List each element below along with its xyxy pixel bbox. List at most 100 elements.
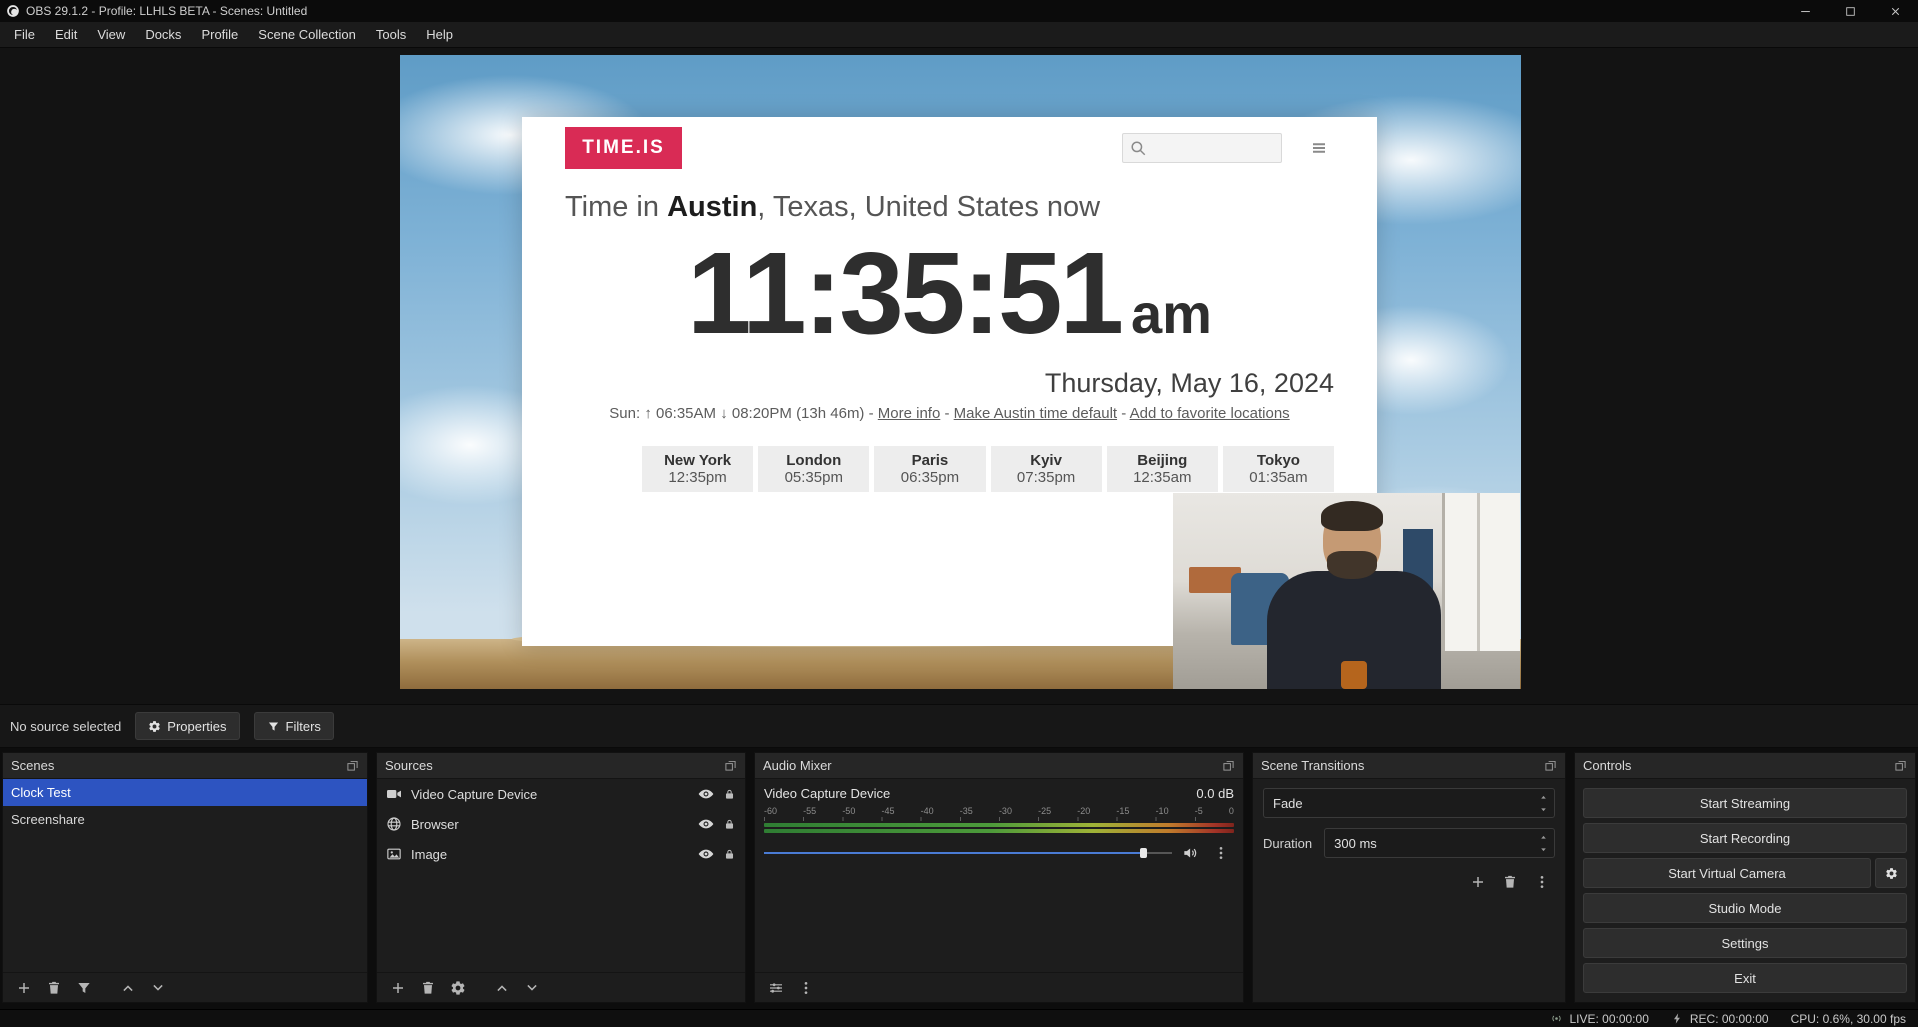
popout-icon[interactable] bbox=[724, 759, 737, 772]
scenes-dock: Scenes Clock Test Screenshare bbox=[2, 752, 368, 1003]
timeis-logo: TIME.IS bbox=[565, 127, 682, 169]
studio-mode-button[interactable]: Studio Mode bbox=[1583, 893, 1907, 923]
clock-digits: 11:35:51 bbox=[687, 226, 1121, 360]
office-window bbox=[1442, 493, 1520, 651]
popout-icon[interactable] bbox=[1894, 759, 1907, 772]
properties-button[interactable]: Properties bbox=[135, 712, 239, 740]
menu-profile[interactable]: Profile bbox=[191, 22, 248, 47]
add-scene-button[interactable] bbox=[11, 976, 37, 1000]
mixer-menu-button[interactable] bbox=[793, 976, 819, 1000]
exit-button[interactable]: Exit bbox=[1583, 963, 1907, 993]
duration-label: Duration bbox=[1263, 836, 1312, 851]
transition-menu-button[interactable] bbox=[1529, 870, 1555, 894]
preview-canvas[interactable]: TIME.IS Time in Austin, Texas, United St… bbox=[400, 55, 1521, 689]
webcam-overlay bbox=[1173, 493, 1520, 689]
lock-icon[interactable] bbox=[723, 818, 736, 831]
move-scene-up-button[interactable] bbox=[115, 976, 141, 1000]
scene-item-screenshare[interactable]: Screenshare bbox=[3, 806, 367, 833]
db-scale: -60-55-50-45-40-35-30-25-20-15-10-50 bbox=[764, 806, 1234, 816]
advanced-audio-button[interactable] bbox=[763, 976, 789, 1000]
source-properties-button[interactable] bbox=[445, 976, 471, 1000]
scenes-dock-header[interactable]: Scenes bbox=[3, 753, 367, 779]
mixer-channel-level: 0.0 dB bbox=[1196, 786, 1234, 801]
menu-scene-collection[interactable]: Scene Collection bbox=[248, 22, 366, 47]
image-icon bbox=[386, 846, 402, 862]
dock-row: Scenes Clock Test Screenshare Sources bbox=[0, 748, 1918, 1009]
menu-view[interactable]: View bbox=[87, 22, 135, 47]
visibility-eye-icon[interactable] bbox=[698, 816, 714, 832]
menu-tools[interactable]: Tools bbox=[366, 22, 416, 47]
scene-item-clock-test[interactable]: Clock Test bbox=[3, 779, 367, 806]
visibility-eye-icon[interactable] bbox=[698, 786, 714, 802]
timeis-heading: Time in Austin, Texas, United States now bbox=[565, 191, 1334, 224]
menu-edit[interactable]: Edit bbox=[45, 22, 87, 47]
source-status-text: No source selected bbox=[10, 719, 121, 734]
source-row-video-capture[interactable]: Video Capture Device bbox=[377, 779, 745, 809]
caret-down-icon[interactable] bbox=[1538, 804, 1549, 815]
start-virtual-camera-button[interactable]: Start Virtual Camera bbox=[1583, 858, 1871, 888]
speaker-icon[interactable] bbox=[1182, 845, 1198, 861]
caret-up-icon[interactable] bbox=[1538, 832, 1549, 843]
popout-icon[interactable] bbox=[1222, 759, 1235, 772]
remove-source-button[interactable] bbox=[415, 976, 441, 1000]
close-button[interactable] bbox=[1873, 0, 1918, 22]
start-streaming-button[interactable]: Start Streaming bbox=[1583, 788, 1907, 818]
timeis-city: Austin bbox=[667, 191, 757, 223]
lock-icon[interactable] bbox=[723, 848, 736, 861]
source-toolbar: No source selected Properties Filters bbox=[0, 704, 1918, 748]
virtual-camera-settings-button[interactable] bbox=[1875, 858, 1907, 888]
gear-icon bbox=[148, 720, 161, 733]
add-source-button[interactable] bbox=[385, 976, 411, 1000]
controls-dock-header[interactable]: Controls bbox=[1575, 753, 1915, 779]
lock-icon[interactable] bbox=[723, 788, 736, 801]
filters-button[interactable]: Filters bbox=[254, 712, 334, 740]
volume-slider[interactable] bbox=[764, 845, 1172, 861]
move-source-up-button[interactable] bbox=[489, 976, 515, 1000]
caret-down-icon[interactable] bbox=[1538, 844, 1549, 855]
menu-help[interactable]: Help bbox=[416, 22, 463, 47]
transitions-dock-header[interactable]: Scene Transitions bbox=[1253, 753, 1565, 779]
minimize-button[interactable] bbox=[1783, 0, 1828, 22]
start-recording-button[interactable]: Start Recording bbox=[1583, 823, 1907, 853]
mixer-dock-header[interactable]: Audio Mixer bbox=[755, 753, 1243, 779]
menu-docks[interactable]: Docks bbox=[135, 22, 191, 47]
settings-button[interactable]: Settings bbox=[1583, 928, 1907, 958]
source-row-image[interactable]: Image bbox=[377, 839, 745, 869]
filter-icon bbox=[267, 720, 280, 733]
mixer-channel-name: Video Capture Device bbox=[764, 786, 890, 801]
rec-status: REC: 00:00:00 bbox=[1671, 1012, 1769, 1026]
caret-up-icon[interactable] bbox=[1538, 792, 1549, 803]
add-transition-button[interactable] bbox=[1465, 870, 1491, 894]
visibility-eye-icon[interactable] bbox=[698, 846, 714, 862]
preview-area: TIME.IS Time in Austin, Texas, United St… bbox=[0, 48, 1918, 704]
transition-select[interactable]: Fade bbox=[1263, 788, 1555, 818]
remove-transition-button[interactable] bbox=[1497, 870, 1523, 894]
timeis-clock: 11:35:51 am bbox=[565, 226, 1334, 360]
menu-bar: File Edit View Docks Profile Scene Colle… bbox=[0, 22, 1918, 48]
cpu-fps-status: CPU: 0.6%, 30.00 fps bbox=[1791, 1012, 1906, 1026]
source-row-browser[interactable]: Browser bbox=[377, 809, 745, 839]
globe-icon bbox=[386, 816, 402, 832]
move-source-down-button[interactable] bbox=[519, 976, 545, 1000]
move-scene-down-button[interactable] bbox=[145, 976, 171, 1000]
camera-icon bbox=[386, 786, 402, 802]
mixer-channel-menu-button[interactable] bbox=[1208, 841, 1234, 865]
titlebar[interactable]: OBS 29.1.2 - Profile: LLHLS BETA - Scene… bbox=[0, 0, 1918, 22]
world-clock-card: Kyiv07:35pm bbox=[991, 446, 1102, 492]
popout-icon[interactable] bbox=[346, 759, 359, 772]
menu-file[interactable]: File bbox=[4, 22, 45, 47]
db-ticks bbox=[764, 817, 1234, 821]
world-clock-card: Tokyo01:35am bbox=[1223, 446, 1334, 492]
obs-window: OBS 29.1.2 - Profile: LLHLS BETA - Scene… bbox=[0, 0, 1918, 1027]
person-head bbox=[1323, 505, 1381, 577]
sources-dock-header[interactable]: Sources bbox=[377, 753, 745, 779]
popout-icon[interactable] bbox=[1544, 759, 1557, 772]
duration-input[interactable]: 300 ms bbox=[1324, 828, 1555, 858]
world-clock-card: London05:35pm bbox=[758, 446, 869, 492]
volume-slider-handle[interactable] bbox=[1140, 848, 1147, 858]
scene-filters-button[interactable] bbox=[71, 976, 97, 1000]
maximize-button[interactable] bbox=[1828, 0, 1873, 22]
world-clock-card: Beijing12:35am bbox=[1107, 446, 1218, 492]
search-icon bbox=[1129, 139, 1147, 157]
remove-scene-button[interactable] bbox=[41, 976, 67, 1000]
